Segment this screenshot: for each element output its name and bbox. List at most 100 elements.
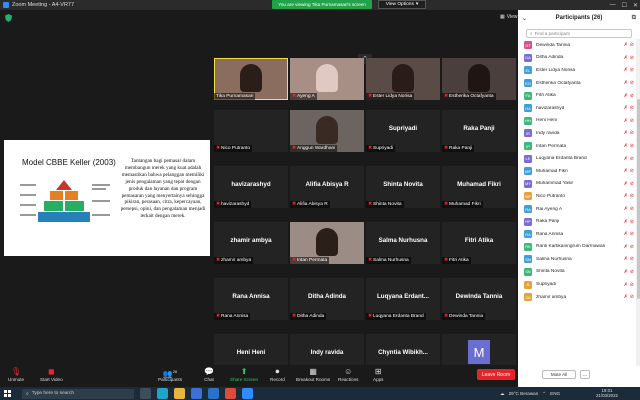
tile-center-name: Muhamad Fikri (457, 181, 501, 188)
breakout-rooms-button[interactable]: ▦ Breakout Rooms (296, 366, 330, 382)
participant-video-tile[interactable]: Rana Annisa ✖ Rana Annisa (214, 278, 288, 320)
participant-name: Estherika Octafyanta (536, 80, 581, 86)
muted-mic-icon: ✗ (623, 92, 628, 99)
zoom-taskbar-icon[interactable] (242, 388, 253, 399)
participant-list-item[interactable]: DT Dewinda Tannia ✗ ⊘ (518, 39, 636, 52)
video-off-icon: ⊘ (629, 193, 634, 200)
scrollbar-thumb[interactable] (636, 99, 640, 299)
muted-mic-icon: ✖ (368, 201, 373, 207)
participant-status-icons: ✗ ⊘ (624, 105, 634, 111)
participant-video-tile[interactable]: ✖ Ayeng A (290, 58, 364, 100)
tile-name-label: ✖ Ayeng A (290, 93, 317, 100)
muted-mic-icon: ✖ (216, 313, 221, 319)
chrome-icon[interactable] (225, 388, 236, 399)
participant-video-tile[interactable]: havizarashyd ✖ havizarashyd (214, 166, 288, 208)
tile-name-label: ✖ Fitri Atika (442, 257, 471, 264)
participant-video-tile[interactable]: Tika Purnamasari (214, 58, 288, 100)
participant-video-tile[interactable]: Fitri Atika ✖ Fitri Atika (442, 222, 516, 264)
mute-all-button[interactable]: Mute All (542, 370, 576, 379)
participant-video-tile[interactable]: Muhamad Fikri ✖ Muhamad Fikri (442, 166, 516, 208)
participant-video-tile[interactable]: Ditha Adinda ✖ Ditha Adinda (290, 278, 364, 320)
participant-list-item[interactable]: FA Fitri Atika ✗ ⊘ (518, 89, 636, 102)
store-icon[interactable] (191, 388, 202, 399)
participant-list-item[interactable]: EO Estherika Octafyanta ✗ ⊘ (518, 77, 636, 90)
leave-room-button[interactable]: Leave Room (477, 369, 515, 380)
participant-status-icons: ✗ ⊘ (624, 67, 634, 73)
close-button[interactable]: ✕ (633, 2, 638, 9)
participant-list-item[interactable]: SN Shinta Novita ✗ ⊘ (518, 266, 636, 279)
participant-video-tile[interactable]: Supriyadi ✖ Supriyadi (366, 110, 440, 152)
participant-list-item[interactable]: DA Ditha Adinda ✗ ⊘ (518, 52, 636, 65)
participant-video-tile[interactable]: Dewinda Tannia ✖ Dewinda Tannia (442, 278, 516, 320)
participant-search-input[interactable]: ⌕ Find a participant (526, 29, 632, 38)
participant-video-tile[interactable]: zhamir ambya ✖ zhamir ambya (214, 222, 288, 264)
muted-mic-icon: ✗ (623, 67, 628, 74)
participant-list-item[interactable]: RA Rai Ayeng A ✗ ⊘ (518, 203, 636, 216)
popout-icon[interactable]: ⧉ (632, 15, 636, 22)
participant-list-item[interactable]: IR Indy ravida ✗ ⊘ (518, 127, 636, 140)
participant-video-tile[interactable]: Alifia Abisya R ✖ Alifia Abisya R (290, 166, 364, 208)
participant-list-item[interactable]: HH Heni Heni ✗ ⊘ (518, 115, 636, 128)
participant-list-item[interactable]: RA Rana Annisa ✗ ⊘ (518, 228, 636, 241)
tile-center-name: Supriyadi (388, 125, 418, 132)
reactions-button[interactable]: ☺ Reactions (338, 366, 358, 382)
participant-list-item[interactable]: RP Raka Panji ✗ ⊘ (518, 215, 636, 228)
language-indicator[interactable]: ENG (550, 391, 560, 396)
muted-mic-icon: ✗ (623, 268, 628, 275)
participant-video-tile[interactable]: Raka Panji ✖ Raka Panji (442, 110, 516, 152)
tile-center-name: havizarashyd (231, 181, 271, 188)
participant-list-item[interactable]: MY Muhammad Yasir ✗ ⊘ (518, 178, 636, 191)
collapse-chevron-icon[interactable]: ⌄ (522, 15, 527, 22)
participant-video-tile[interactable]: ✖ Nico Putranto (214, 110, 288, 152)
view-label: View (506, 14, 518, 20)
participant-video-tile[interactable]: ✖ Ester Lidya Norisa (366, 58, 440, 100)
view-options-button[interactable]: View Options ▾ (378, 0, 426, 9)
participant-video-tile[interactable]: ✖ Estherika Octafyanta (442, 58, 516, 100)
chat-button[interactable]: 💬 Chat (204, 366, 214, 382)
participant-list-item[interactable]: LE Luqyana Erdanta Brand ✗ ⊘ (518, 152, 636, 165)
participants-button[interactable]: 👥26 Participants (158, 366, 182, 382)
edge-browser-icon[interactable] (157, 388, 168, 399)
tile-name-label: Tika Purnamasari (214, 93, 256, 100)
task-view-icon[interactable] (140, 388, 151, 399)
participant-video-tile[interactable]: Salma Nurhusna ✖ Salma Nurhusna (366, 222, 440, 264)
minimize-button[interactable]: — (610, 2, 616, 8)
participant-list-item[interactable]: HA havizarashyd ✗ ⊘ (518, 102, 636, 115)
panel-title: Participants (26) (555, 15, 603, 21)
view-button[interactable]: ▦ View (500, 14, 517, 20)
video-off-icon: ⊘ (629, 80, 634, 87)
participant-video-tile[interactable]: Luqyana Erdant... ✖ Luqyana Erdanta Brand (366, 278, 440, 320)
weather-text: 29°C Berawan (508, 391, 539, 396)
participant-list-item[interactable]: ZA zhamir ambya ✗ ⊘ (518, 291, 636, 304)
security-shield-icon[interactable] (5, 14, 12, 22)
video-off-icon: ⊘ (629, 206, 634, 213)
participant-list-item[interactable]: NP Nico Putranto ✗ ⊘ (518, 190, 636, 203)
participant-video-tile[interactable]: Shinta Novita ✖ Shinta Novita (366, 166, 440, 208)
taskbar-search-box[interactable]: ⌕ Type here to search (22, 388, 134, 399)
mail-icon[interactable] (208, 388, 219, 399)
participant-list-item[interactable]: MF Muhamad Fikri ✗ ⊘ (518, 165, 636, 178)
participant-list-item[interactable]: IP Intan Permata ✗ ⊘ (518, 140, 636, 153)
record-label: Record (270, 377, 285, 382)
start-video-button[interactable]: ◼ Start Video (40, 366, 63, 382)
windows-start-icon[interactable] (4, 390, 11, 397)
participant-list-item[interactable]: RK Ranti Kartikaningrum Darmawan ✗ ⊘ (518, 241, 636, 254)
tray-arrow-icon[interactable]: ⌃ (542, 391, 546, 397)
file-explorer-icon[interactable] (174, 388, 185, 399)
muted-mic-icon: ✖ (444, 93, 449, 99)
participant-video-tile[interactable]: ✖ Anggun Wardhani (290, 110, 364, 152)
apps-button[interactable]: ⊞ Apps (373, 366, 383, 382)
system-clock[interactable]: 19:01 21/03/2022 (596, 388, 618, 399)
more-options-button[interactable]: ... (580, 370, 590, 379)
participant-list-item[interactable]: SN Salma Nurhusna ✗ ⊘ (518, 253, 636, 266)
unmute-button[interactable]: 🎙 Unmute (8, 366, 24, 382)
avatar: IR (524, 129, 532, 138)
maximize-button[interactable]: ☐ (622, 2, 627, 9)
share-screen-button[interactable]: ⬆ Share Screen (230, 366, 258, 382)
participant-list-scrollbar[interactable] (636, 39, 640, 366)
participant-list-item[interactable]: EL Ester Lidya Norisa ✗ ⊘ (518, 64, 636, 77)
participant-video-tile[interactable]: ✖ Intan Permata (290, 222, 364, 264)
record-button[interactable]: ⏺ Record (270, 366, 285, 382)
participant-status-icons: ✗ ⊘ (624, 118, 634, 124)
participant-list-item[interactable]: S Supriyadi ✗ ⊘ (518, 278, 636, 291)
